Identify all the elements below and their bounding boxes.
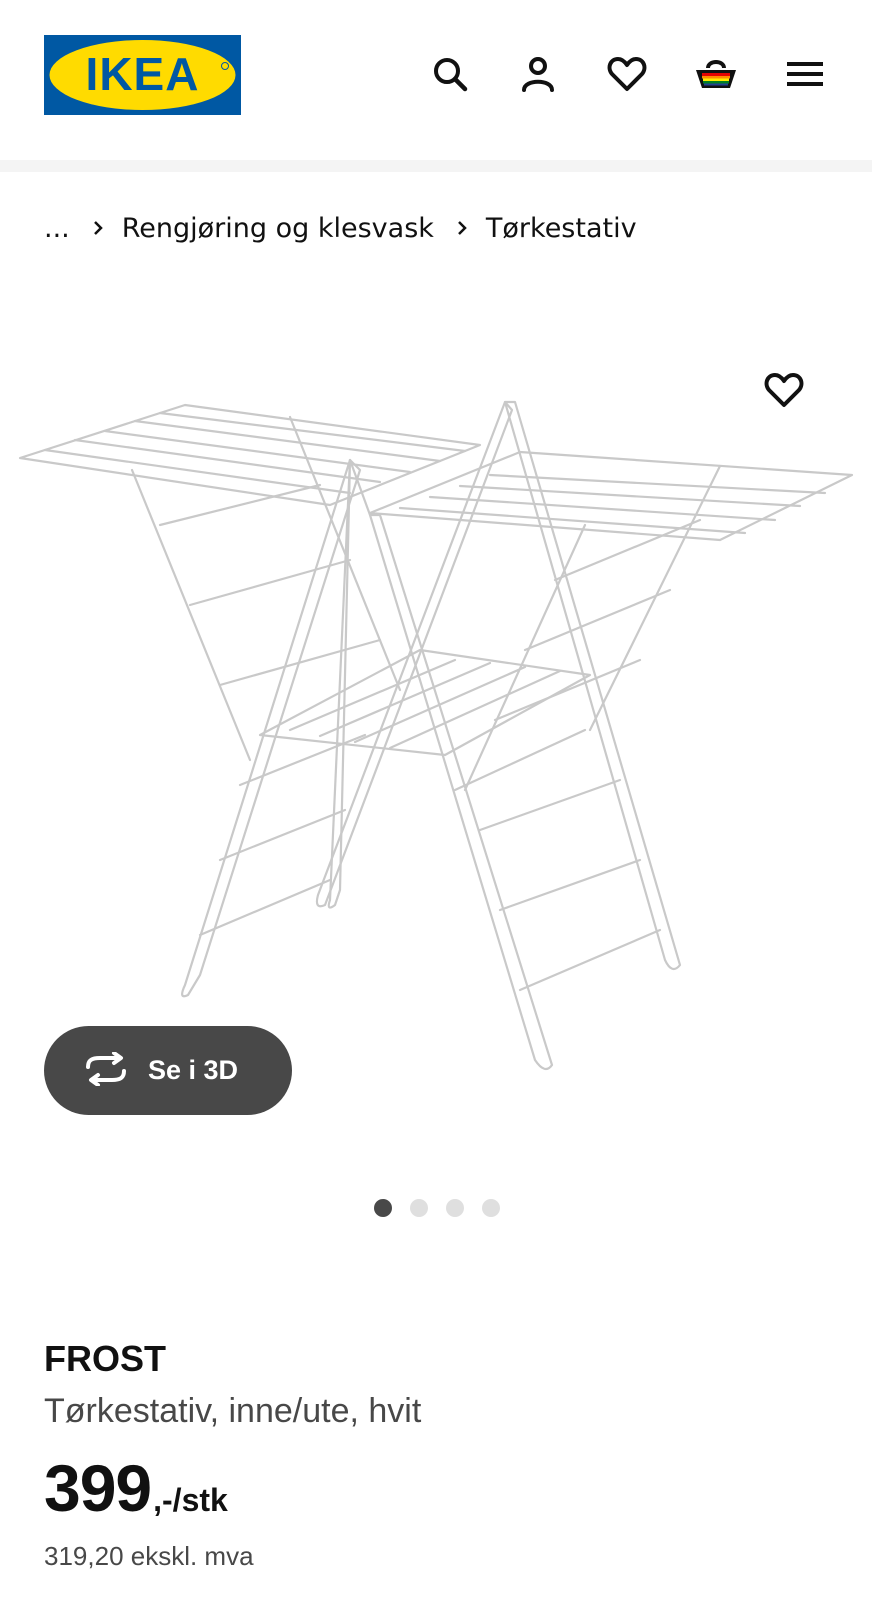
product-description: Tørkestativ, inne/ute, hvit <box>44 1392 422 1430</box>
site-header: IKEA <box>0 0 872 158</box>
search-icon[interactable] <box>426 50 474 98</box>
carousel-dot-1[interactable] <box>374 1199 392 1217</box>
svg-text:IKEA: IKEA <box>86 48 200 100</box>
shopping-basket-icon[interactable] <box>692 50 740 98</box>
user-icon[interactable] <box>514 50 562 98</box>
view-in-3d-button[interactable]: Se i 3D <box>44 1026 292 1115</box>
product-name: FROST <box>44 1338 166 1379</box>
heart-icon <box>764 373 804 407</box>
carousel-indicator <box>374 1199 518 1217</box>
breadcrumb-item-drying-rack[interactable]: Tørkestativ <box>486 213 637 244</box>
carousel-dot-4[interactable] <box>482 1199 500 1217</box>
carousel-dot-3[interactable] <box>446 1199 464 1217</box>
breadcrumb-item-cleaning-laundry[interactable]: Rengjøring og klesvask <box>122 213 434 244</box>
chevron-right-icon <box>456 219 468 237</box>
ikea-logo[interactable]: IKEA <box>44 35 241 115</box>
price-excl-vat: 319,20 ekskl. mva <box>44 1541 254 1571</box>
chevron-right-icon <box>92 219 104 237</box>
breadcrumb: ... Rengjøring og klesvask Tørkestativ <box>44 203 637 253</box>
view-in-3d-label: Se i 3D <box>148 1055 239 1085</box>
price: 399 ,-/stk <box>44 1450 228 1526</box>
carousel-dot-2[interactable] <box>410 1199 428 1217</box>
price-suffix: ,-/stk <box>153 1482 228 1518</box>
breadcrumb-ellipsis[interactable]: ... <box>44 213 70 244</box>
hamburger-menu-icon[interactable] <box>781 50 829 98</box>
header-divider <box>0 160 872 172</box>
heart-icon[interactable] <box>603 50 651 98</box>
add-to-favorites-button[interactable] <box>758 364 810 416</box>
price-amount: 399 <box>44 1451 152 1525</box>
rotate-3d-icon <box>82 1050 130 1090</box>
